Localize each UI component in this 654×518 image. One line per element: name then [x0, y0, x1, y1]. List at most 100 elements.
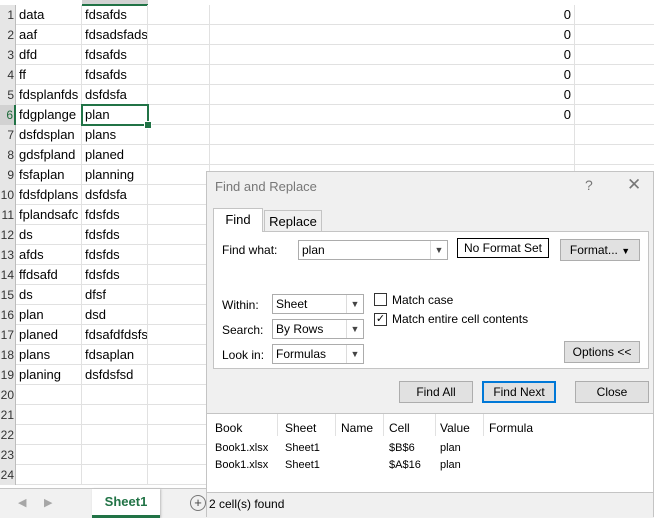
results-header-sheet[interactable]: Sheet — [285, 421, 316, 435]
row-header[interactable]: 5 — [0, 85, 16, 105]
cell[interactable] — [575, 5, 654, 25]
cell[interactable] — [575, 105, 654, 125]
results-header-name[interactable]: Name — [341, 421, 373, 435]
cell[interactable]: fplandsafc — [16, 205, 82, 225]
cell[interactable] — [82, 445, 148, 465]
row-header[interactable]: 19 — [0, 365, 16, 385]
cell[interactable] — [148, 125, 210, 145]
results-list[interactable]: Book Sheet Name Cell Value Formula Book1… — [207, 413, 653, 492]
cell[interactable]: 0 — [210, 5, 575, 25]
cell[interactable]: fdgplange — [16, 105, 82, 125]
cell[interactable]: plan — [16, 305, 82, 325]
row-header[interactable]: 14 — [0, 265, 16, 285]
chevron-down-icon[interactable]: ▼ — [346, 345, 363, 363]
cell[interactable] — [148, 105, 210, 125]
cell[interactable] — [82, 425, 148, 445]
cell[interactable]: gdsfpland — [16, 145, 82, 165]
cell[interactable] — [148, 305, 210, 325]
row-header[interactable]: 20 — [0, 385, 16, 405]
cell[interactable]: fdsfds — [82, 265, 148, 285]
sheet-tab-sheet1[interactable]: Sheet1 — [92, 489, 160, 518]
cell[interactable]: 0 — [210, 65, 575, 85]
row-header[interactable]: 24 — [0, 465, 16, 485]
row-header[interactable]: 18 — [0, 345, 16, 365]
cell[interactable] — [148, 465, 210, 485]
look-in-select[interactable]: Formulas ▼ — [272, 344, 364, 364]
cell[interactable]: dsfdsfa — [82, 185, 148, 205]
cell[interactable]: plans — [16, 345, 82, 365]
cell[interactable] — [148, 225, 210, 245]
cell[interactable]: fdsfdplans — [16, 185, 82, 205]
row-header[interactable]: 21 — [0, 405, 16, 425]
cell[interactable]: dfsf — [82, 285, 148, 305]
cell[interactable]: planing — [16, 365, 82, 385]
cell[interactable] — [16, 445, 82, 465]
chevron-down-icon[interactable]: ▼ — [346, 295, 363, 313]
cell[interactable] — [148, 5, 210, 25]
cell[interactable] — [16, 465, 82, 485]
row-header[interactable]: 9 — [0, 165, 16, 185]
row-header[interactable]: 6 — [0, 105, 16, 125]
cell[interactable] — [148, 185, 210, 205]
cell[interactable]: dsfdsfsd — [82, 365, 148, 385]
cell[interactable]: planed — [82, 145, 148, 165]
cell[interactable]: fdsafdfdsfs — [82, 325, 148, 345]
cell[interactable] — [210, 145, 575, 165]
cell[interactable]: ds — [16, 225, 82, 245]
cell[interactable] — [575, 25, 654, 45]
cell[interactable] — [16, 425, 82, 445]
search-select[interactable]: By Rows ▼ — [272, 319, 364, 339]
cell[interactable] — [16, 385, 82, 405]
cell[interactable] — [148, 85, 210, 105]
row-header[interactable]: 2 — [0, 25, 16, 45]
find-all-button[interactable]: Find All — [399, 381, 473, 403]
cell[interactable] — [148, 245, 210, 265]
cell[interactable]: fdsadsfadsfds — [82, 25, 148, 45]
cell[interactable]: planning — [82, 165, 148, 185]
results-header-formula[interactable]: Formula — [489, 421, 533, 435]
row-header[interactable]: 3 — [0, 45, 16, 65]
cell[interactable]: 0 — [210, 105, 575, 125]
cell[interactable] — [82, 385, 148, 405]
results-header-cell[interactable]: Cell — [389, 421, 410, 435]
cell[interactable] — [148, 45, 210, 65]
chevron-down-icon[interactable]: ▼ — [346, 320, 363, 338]
cell[interactable] — [148, 145, 210, 165]
row-header[interactable]: 7 — [0, 125, 16, 145]
cell[interactable]: data — [16, 5, 82, 25]
chevron-down-icon[interactable]: ▼ — [430, 241, 447, 259]
cell[interactable] — [148, 165, 210, 185]
row-header[interactable]: 17 — [0, 325, 16, 345]
cell[interactable] — [148, 265, 210, 285]
row-header[interactable]: 1 — [0, 5, 16, 25]
tab-replace[interactable]: Replace — [264, 210, 322, 232]
find-next-button[interactable]: Find Next — [482, 381, 556, 403]
cell[interactable]: 0 — [210, 85, 575, 105]
cell[interactable] — [148, 365, 210, 385]
cell[interactable]: dsfdsplan — [16, 125, 82, 145]
cell[interactable]: fdsafds — [82, 45, 148, 65]
cell[interactable]: plans — [82, 125, 148, 145]
cell[interactable]: aaf — [16, 25, 82, 45]
cell[interactable] — [148, 345, 210, 365]
prev-sheet-icon[interactable]: ◀ — [18, 496, 26, 509]
row-header[interactable]: 22 — [0, 425, 16, 445]
row-header[interactable]: 11 — [0, 205, 16, 225]
row-header[interactable]: 4 — [0, 65, 16, 85]
row-header[interactable]: 15 — [0, 285, 16, 305]
cell[interactable] — [575, 45, 654, 65]
cell[interactable] — [575, 65, 654, 85]
cell[interactable]: fdsaplan — [82, 345, 148, 365]
cell[interactable] — [210, 125, 575, 145]
cell[interactable]: fdsfds — [82, 245, 148, 265]
cell[interactable] — [575, 145, 654, 165]
row-header[interactable]: 16 — [0, 305, 16, 325]
cell[interactable] — [148, 445, 210, 465]
cell[interactable] — [82, 465, 148, 485]
cell[interactable]: dsfdsfa — [82, 85, 148, 105]
cell[interactable]: 0 — [210, 45, 575, 65]
cell[interactable] — [575, 125, 654, 145]
cell[interactable] — [148, 425, 210, 445]
cell[interactable] — [148, 25, 210, 45]
close-icon[interactable]: ✕ — [627, 175, 641, 195]
